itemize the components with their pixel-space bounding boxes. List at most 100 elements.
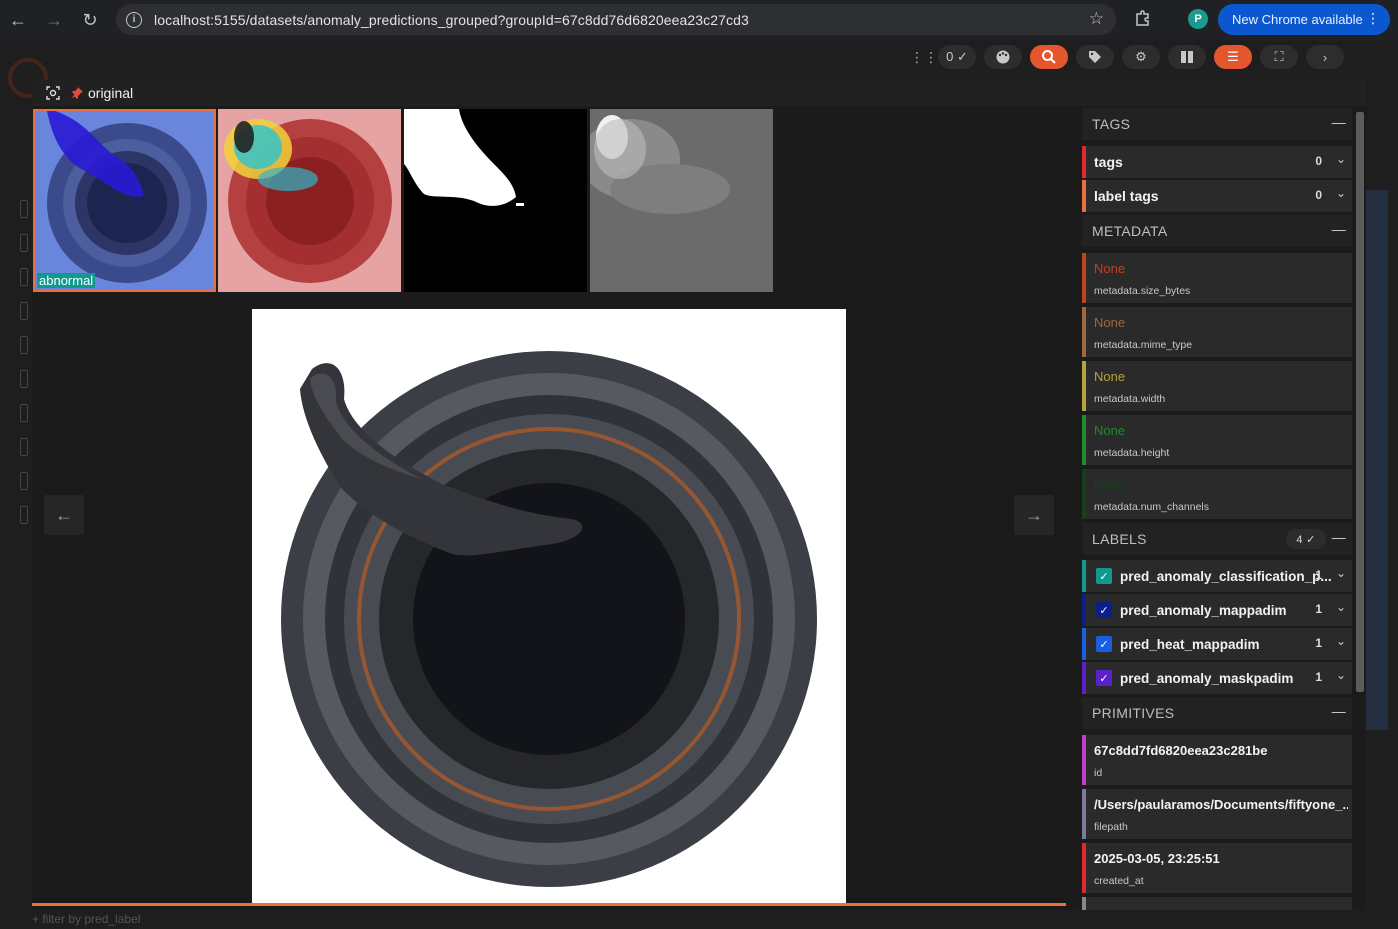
filter-hint: + filter by pred_label xyxy=(32,912,141,926)
new-chrome-label: New Chrome available xyxy=(1232,12,1363,27)
modal-bottom-accent xyxy=(32,903,1066,906)
previous-arrow-icon[interactable]: ← xyxy=(44,495,84,535)
back-arrow-icon[interactable]: ← xyxy=(0,2,36,38)
background-sidebar-edge xyxy=(0,200,30,900)
collapse-icon[interactable]: — xyxy=(1332,529,1346,545)
extensions-puzzle-icon[interactable] xyxy=(1134,9,1154,29)
fullscreen-icon[interactable]: ⛶ xyxy=(1260,45,1298,69)
primitive-field-partial xyxy=(1082,897,1352,910)
chevron-down-icon[interactable]: ⌄ xyxy=(1336,566,1346,580)
metadata-section-title: METADATA xyxy=(1092,223,1168,239)
metadata-key: metadata.num_channels xyxy=(1094,501,1209,513)
thumbnail-heatmap[interactable] xyxy=(218,109,401,292)
metadata-section-header[interactable]: METADATA — xyxy=(1082,215,1352,247)
pin-icon[interactable] xyxy=(68,84,86,102)
label-field-count: 1 xyxy=(1315,568,1322,582)
labels-selected-badge[interactable]: 4 ✓ xyxy=(1286,529,1326,549)
drag-handle-icon[interactable]: ⋮⋮ xyxy=(910,49,938,66)
sidebar-item-tags[interactable]: tags 0 ⌄ xyxy=(1082,146,1352,178)
metadata-field-mime-type: None metadata.mime_type xyxy=(1082,307,1352,357)
classification-badge: abnormal xyxy=(37,273,96,288)
checkbox-checked-icon[interactable]: ✓ xyxy=(1096,568,1112,584)
reload-icon[interactable]: ↻ xyxy=(72,2,108,38)
background-grid-edge xyxy=(1366,190,1388,730)
modal-sidebar: TAGS — tags 0 ⌄ label tags 0 ⌄ METADATA … xyxy=(1080,108,1356,910)
modal-actions-toolbar: ⋮⋮ 0 ✓ ⚙ ☰ ⛶ › xyxy=(910,44,1344,70)
primitive-field-filepath: /Users/paularamos/Documents/fiftyone_...… xyxy=(1082,789,1352,839)
primitives-section-header[interactable]: PRIMITIVES — xyxy=(1082,697,1352,729)
search-icon[interactable] xyxy=(1030,45,1068,69)
thumbnail-original[interactable]: abnormal xyxy=(33,109,216,292)
primitive-value: 67c8dd7fd6820eea23c281be xyxy=(1094,743,1268,758)
primitives-section-title: PRIMITIVES xyxy=(1092,705,1175,721)
more-vert-icon[interactable]: ⋮ xyxy=(1366,10,1380,27)
label-row-classification[interactable]: ✓ pred_anomaly_classification_p... 1 ⌄ xyxy=(1082,560,1352,592)
image-viewer[interactable]: ← → xyxy=(32,309,1066,903)
forward-arrow-icon[interactable]: → xyxy=(36,2,72,38)
tag-row-count: 0 xyxy=(1315,188,1322,202)
tag-row-label: label tags xyxy=(1094,188,1159,204)
new-chrome-available-button[interactable]: New Chrome available ⋮ xyxy=(1218,4,1390,35)
checkbox-checked-icon[interactable]: ✓ xyxy=(1096,670,1112,686)
sample-image[interactable] xyxy=(252,309,846,903)
url-text[interactable]: localhost:5155/datasets/anomaly_predicti… xyxy=(154,12,749,28)
next-chevron-icon[interactable]: › xyxy=(1306,45,1344,69)
settings-gear-icon[interactable]: ⚙ xyxy=(1122,45,1160,69)
chevron-down-icon[interactable]: ⌄ xyxy=(1336,152,1346,166)
bookmark-star-icon[interactable]: ☆ xyxy=(1089,9,1104,29)
color-palette-icon[interactable] xyxy=(984,45,1022,69)
labels-section-title: LABELS xyxy=(1092,531,1147,547)
chevron-down-icon[interactable]: ⌄ xyxy=(1336,600,1346,614)
site-info-icon[interactable]: i xyxy=(126,11,142,28)
tag-row-count: 0 xyxy=(1315,154,1322,168)
group-slice-header: original xyxy=(32,80,1366,106)
split-view-icon[interactable] xyxy=(1168,45,1206,69)
thumbnail-mask[interactable] xyxy=(404,109,587,292)
sample-modal: original abnormal ← → TAGS — tags 0 ⌄ la… xyxy=(32,80,1366,910)
label-field-count: 1 xyxy=(1315,636,1322,650)
label-row-mask[interactable]: ✓ pred_anomaly_maskpadim 1 ⌄ xyxy=(1082,662,1352,694)
collapse-icon[interactable]: — xyxy=(1332,114,1346,130)
checkbox-checked-icon[interactable]: ✓ xyxy=(1096,636,1112,652)
address-bar[interactable]: i localhost:5155/datasets/anomaly_predic… xyxy=(116,4,1116,35)
next-arrow-icon[interactable]: → xyxy=(1014,495,1054,535)
label-field-name: pred_anomaly_classification_p... xyxy=(1120,568,1332,584)
metadata-key: metadata.mime_type xyxy=(1094,339,1193,351)
metadata-field-size-bytes: None metadata.size_bytes xyxy=(1082,253,1352,303)
primitive-value: /Users/paularamos/Documents/fiftyone_... xyxy=(1094,797,1348,812)
primitive-field-created-at: 2025-03-05, 23:25:51 created_at xyxy=(1082,843,1352,893)
collapse-icon[interactable]: — xyxy=(1332,221,1346,237)
thumbnail-anomaly-map[interactable] xyxy=(590,109,773,292)
sidebar-scrollbar[interactable] xyxy=(1356,112,1364,692)
metadata-key: metadata.size_bytes xyxy=(1094,285,1191,297)
metadata-field-width: None metadata.width xyxy=(1082,361,1352,411)
profile-avatar[interactable]: P xyxy=(1188,9,1208,29)
primitive-key: id xyxy=(1094,767,1103,779)
chevron-down-icon[interactable]: ⌄ xyxy=(1336,668,1346,682)
sidebar-item-label-tags[interactable]: label tags 0 ⌄ xyxy=(1082,180,1352,212)
tag-icon[interactable] xyxy=(1076,45,1114,69)
metadata-key: metadata.height xyxy=(1094,447,1170,459)
label-row-heatmap[interactable]: ✓ pred_heat_mappadim 1 ⌄ xyxy=(1082,628,1352,660)
chevron-down-icon[interactable]: ⌄ xyxy=(1336,186,1346,200)
group-carousel: abnormal xyxy=(32,108,1066,294)
label-field-count: 1 xyxy=(1315,670,1322,684)
label-field-name: pred_heat_mappadim xyxy=(1120,636,1260,652)
list-view-icon[interactable]: ☰ xyxy=(1214,45,1252,69)
label-field-name: pred_anomaly_mappadim xyxy=(1120,602,1287,618)
metadata-value: None xyxy=(1094,369,1126,384)
metadata-value: None xyxy=(1094,423,1126,438)
tags-section-header[interactable]: TAGS — xyxy=(1082,108,1352,140)
chevron-down-icon[interactable]: ⌄ xyxy=(1336,634,1346,648)
labels-section-header[interactable]: LABELS 4 ✓ — xyxy=(1082,523,1352,555)
metadata-value: None xyxy=(1094,477,1126,492)
selected-count-button[interactable]: 0 ✓ xyxy=(938,45,976,69)
checkbox-checked-icon[interactable]: ✓ xyxy=(1096,602,1112,618)
label-field-name: pred_anomaly_maskpadim xyxy=(1120,670,1294,686)
tags-section-title: TAGS xyxy=(1092,116,1131,132)
label-row-anomaly-map[interactable]: ✓ pred_anomaly_mappadim 1 ⌄ xyxy=(1082,594,1352,626)
group-focus-icon[interactable] xyxy=(42,82,64,104)
collapse-icon[interactable]: — xyxy=(1332,703,1346,719)
primitive-key: filepath xyxy=(1094,821,1128,833)
primitive-value: 2025-03-05, 23:25:51 xyxy=(1094,851,1220,866)
